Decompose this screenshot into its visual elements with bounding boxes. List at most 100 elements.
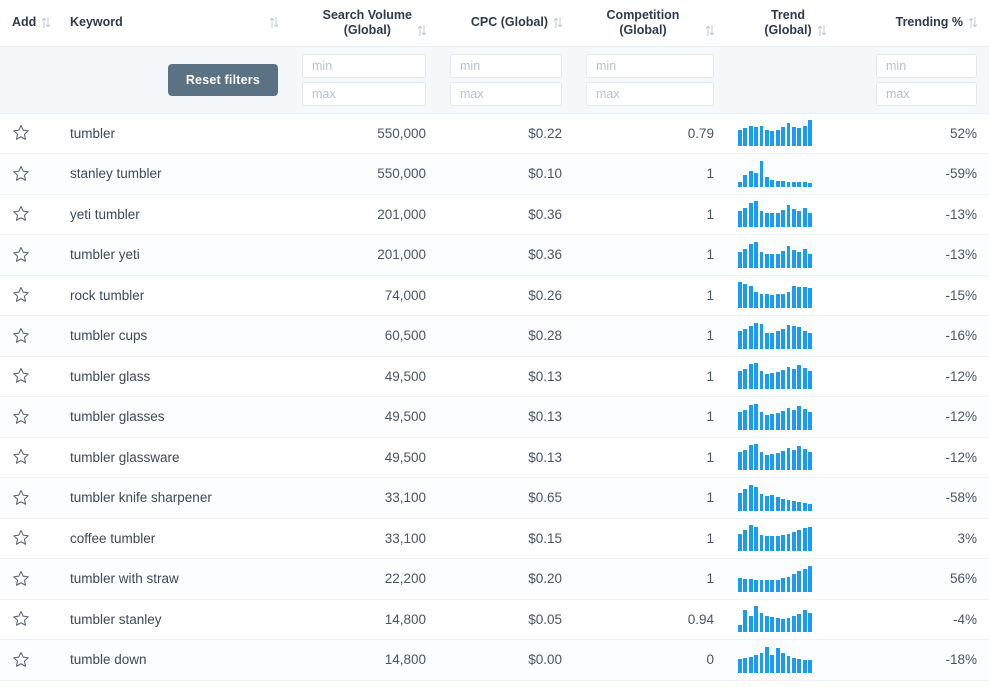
spark-bar (808, 527, 813, 552)
cpc-max-input[interactable] (450, 81, 562, 106)
spark-bar (754, 201, 759, 228)
sort-updown-icon[interactable] (817, 24, 826, 37)
column-header-keyword[interactable]: Keyword (58, 0, 290, 47)
spark-bar (759, 452, 764, 471)
column-header-competition[interactable]: Competition (Global) (574, 0, 726, 47)
spark-bar (765, 579, 769, 592)
filter-cell-trending-pct (864, 46, 989, 114)
cell-search-volume: 74,000 (290, 275, 438, 316)
star-outline-icon[interactable] (12, 448, 30, 466)
cell-trending-pct: -15% (864, 275, 989, 316)
spark-bar (802, 659, 807, 673)
spark-bar (770, 131, 775, 147)
column-header-search-volume[interactable]: Search Volume (Global) (290, 0, 438, 47)
search-volume-min-input[interactable] (302, 53, 426, 78)
column-header-trending-pct[interactable]: Trending % (864, 0, 989, 47)
spark-bar (797, 501, 802, 511)
star-outline-icon[interactable] (12, 529, 30, 547)
sort-updown-icon[interactable] (41, 16, 51, 29)
sort-updown-icon[interactable] (417, 24, 426, 37)
spark-bar (797, 128, 802, 147)
table-row[interactable]: tumbler cups 60,500 $0.28 1 -16% (0, 315, 989, 357)
table-row[interactable]: rock tumbler 74,000 $0.26 1 -15% (0, 275, 989, 316)
competition-min-input[interactable] (586, 53, 714, 78)
spark-bar (775, 453, 780, 471)
spark-bar (765, 616, 769, 633)
cell-trend (726, 194, 864, 235)
table-row[interactable]: stanley tumbler 550,000 $0.10 1 -59% (0, 153, 989, 195)
spark-bar (754, 241, 759, 268)
cell-trend (726, 275, 864, 316)
spark-bar (797, 614, 802, 633)
spark-bar (802, 330, 807, 349)
spark-bar (759, 323, 764, 349)
spark-bar (781, 535, 786, 552)
trending-pct-min-input[interactable] (876, 53, 977, 78)
spark-bar (775, 130, 780, 147)
table-row[interactable]: tumble down 14,800 $0.00 0 -18% (0, 639, 989, 681)
cell-keyword: tumbler glasses (58, 396, 290, 438)
star-outline-icon[interactable] (12, 327, 30, 345)
cell-add (0, 639, 58, 681)
spark-bar (754, 363, 759, 390)
star-outline-icon[interactable] (12, 651, 30, 669)
table-row[interactable]: tumbler glasses 49,500 $0.13 1 -12% (0, 396, 989, 438)
cell-search-volume: 33,100 (290, 518, 438, 559)
star-outline-icon[interactable] (12, 408, 30, 426)
search-volume-max-input[interactable] (302, 81, 426, 106)
spark-bar (781, 127, 786, 147)
cell-add (0, 275, 58, 316)
cell-add (0, 558, 58, 600)
spark-bar (792, 573, 796, 592)
sort-updown-icon[interactable] (553, 16, 562, 29)
spark-bar (754, 127, 759, 147)
sort-updown-icon[interactable] (269, 16, 278, 29)
column-header-cpc[interactable]: CPC (Global) (438, 0, 574, 47)
spark-bar (802, 408, 807, 430)
table-row[interactable]: tumbler with straw 22,200 $0.20 1 56% (0, 558, 989, 600)
spark-bar (759, 211, 764, 228)
spark-bar (797, 365, 802, 390)
star-outline-icon[interactable] (12, 286, 30, 304)
spark-bar (781, 652, 786, 673)
star-outline-icon[interactable] (12, 570, 30, 588)
spark-bar (770, 536, 775, 552)
table-row[interactable]: yeti tumbler 201,000 $0.36 1 -13% (0, 194, 989, 235)
star-outline-icon[interactable] (12, 489, 30, 507)
sort-updown-icon[interactable] (705, 24, 714, 37)
cell-trending-pct: 52% (864, 113, 989, 154)
spark-bar (738, 534, 742, 552)
table-row[interactable]: tumbler yeti 201,000 $0.36 1 -13% (0, 234, 989, 276)
cell-competition: 1 (574, 315, 726, 357)
table-row[interactable]: tumbler knife sharpener 33,100 $0.65 1 -58% (0, 477, 989, 519)
table-row[interactable]: tumbler 550,000 $0.22 0.79 52% (0, 113, 989, 154)
cell-cpc: $0.13 (438, 356, 574, 397)
table-row[interactable]: tumbler stanley 14,800 $0.05 0.94 -4% (0, 599, 989, 640)
spark-bar (781, 410, 786, 430)
cell-cpc: $0.28 (438, 315, 574, 357)
competition-max-input[interactable] (586, 81, 714, 106)
cell-trending-pct: -58% (864, 477, 989, 519)
star-outline-icon[interactable] (12, 610, 30, 628)
star-outline-icon[interactable] (12, 367, 30, 385)
reset-filters-button[interactable]: Reset filters (167, 63, 278, 96)
spark-bar (781, 294, 786, 309)
cell-competition: 1 (574, 477, 726, 519)
star-outline-icon[interactable] (12, 165, 30, 183)
column-header-trend[interactable]: Trend (Global) (726, 0, 864, 47)
cell-keyword: tumbler (58, 113, 290, 154)
table-row[interactable]: coffee tumbler 33,100 $0.15 1 3% (0, 518, 989, 559)
cpc-min-input[interactable] (450, 53, 562, 78)
trend-sparkline (738, 322, 813, 349)
sort-updown-icon[interactable] (968, 16, 977, 29)
spark-bar (759, 493, 764, 511)
column-header-add[interactable]: Add (0, 0, 58, 47)
star-outline-icon[interactable] (12, 246, 30, 264)
star-outline-icon[interactable] (12, 205, 30, 223)
spark-bar (786, 534, 791, 552)
star-outline-icon[interactable] (12, 124, 30, 142)
table-row[interactable]: tumbler glassware 49,500 $0.13 1 -12% (0, 437, 989, 478)
trend-sparkline (738, 241, 813, 268)
table-row[interactable]: tumbler glass 49,500 $0.13 1 -12% (0, 356, 989, 397)
trending-pct-max-input[interactable] (876, 81, 977, 106)
